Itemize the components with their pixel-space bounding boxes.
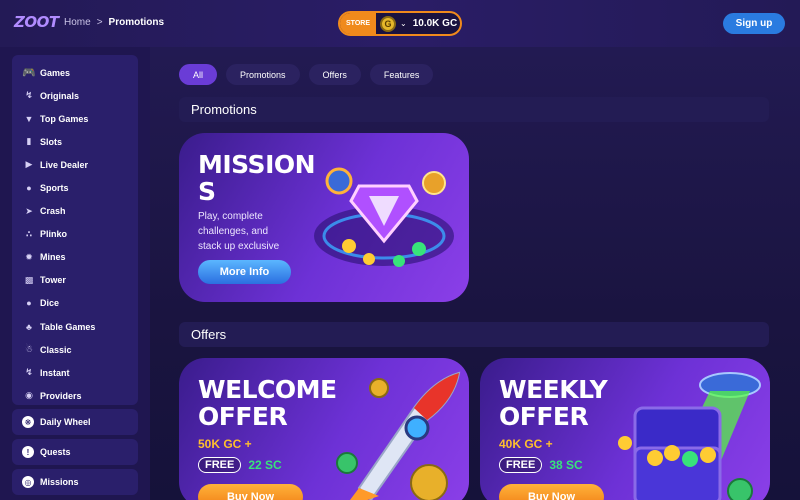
breadcrumb-current: Promotions xyxy=(108,17,165,28)
zoot-logo[interactable]: ZOOT xyxy=(14,13,59,31)
signup-button[interactable]: Sign up xyxy=(723,13,785,34)
welcome-gc-amount: 50K GC + xyxy=(198,437,252,451)
welcome-offer-card[interactable]: WELCOME OFFER 50K GC + FREE 22 SC Buy No… xyxy=(179,358,469,500)
trophy-icon: ▼ xyxy=(24,113,34,124)
tab-all[interactable]: All xyxy=(179,64,218,85)
sidebar-item-plinko[interactable]: ∴ Plinko xyxy=(12,223,138,246)
sidebar-item-live-dealer[interactable]: ▶ Live Dealer xyxy=(12,153,138,176)
gold-coin-icon: G xyxy=(380,15,396,32)
breadcrumb-home[interactable]: Home xyxy=(64,17,91,28)
promotions-section-header: Promotions xyxy=(179,97,769,122)
quests-button[interactable]: ! Quests xyxy=(12,439,138,465)
sidebar-item-slots[interactable]: ▮ Slots xyxy=(12,130,138,153)
tower-icon: ▩ xyxy=(24,274,34,285)
welcome-offer-title: WELCOME OFFER xyxy=(198,375,337,431)
store-tag[interactable]: STORE xyxy=(340,13,376,34)
missions-card[interactable]: MISSION S Play, complete challenges, and… xyxy=(179,133,469,302)
rocket-illustration xyxy=(336,371,461,500)
gamepad-icon: 🎮 xyxy=(22,67,36,80)
top-header: ZOOT Home > Promotions STORE G ⌄ 10.0K G… xyxy=(0,0,800,47)
game-nav: 🎮 Games ↯ Originals ▼ Top Games ▮ Slots ▶ Liv… xyxy=(12,55,138,405)
sidebar: 🎮 Games ↯ Originals ▼ Top Games ▮ Slots ▶ Liv… xyxy=(0,47,150,500)
sidebar-item-table-games[interactable]: ♣ Table Games xyxy=(12,315,138,338)
weekly-sc-amount: 38 SC xyxy=(549,458,583,472)
welcome-free-row: FREE 22 SC xyxy=(198,457,282,473)
missions-illustration xyxy=(314,167,454,267)
sidebar-item-dice[interactable]: ● Dice xyxy=(12,292,138,315)
target-icon: ◎ xyxy=(22,476,34,488)
sidebar-item-originals[interactable]: ↯ Originals xyxy=(12,84,138,107)
free-tag: FREE xyxy=(198,457,242,473)
welcome-sc-amount: 22 SC xyxy=(248,458,282,472)
providers-icon: ◉ xyxy=(25,390,33,401)
rocket-icon: ➤ xyxy=(25,205,33,216)
cards-icon: ♣ xyxy=(26,321,32,332)
offers-section-header: Offers xyxy=(179,322,769,347)
classic-icon: ☃ xyxy=(24,344,34,355)
weekly-offer-title: WEEKLY OFFER xyxy=(499,375,608,431)
slot-icon: ▮ xyxy=(26,136,32,147)
balance-value: 10.0K GC xyxy=(412,18,458,29)
sidebar-item-providers[interactable]: ◉ Providers xyxy=(12,384,138,407)
weekly-gc-amount: 40K GC + xyxy=(499,437,553,451)
tab-promotions[interactable]: Promotions xyxy=(226,64,300,85)
filter-tabs: All Promotions Offers Features xyxy=(179,64,434,85)
weekly-offer-card[interactable]: WEEKLY OFFER 40K GC + FREE 38 SC Buy Now xyxy=(480,358,770,500)
missions-description: Play, complete challenges, and stack up … xyxy=(198,211,280,252)
tab-offers[interactable]: Offers xyxy=(308,64,361,85)
treasure-chest-illustration xyxy=(618,372,761,500)
wheel-icon: ❋ xyxy=(22,416,34,428)
instant-icon: ↯ xyxy=(25,367,33,378)
bolt-icon: ↯ xyxy=(25,90,33,101)
sidebar-item-instant[interactable]: ↯ Instant xyxy=(12,361,138,384)
sidebar-item-tower[interactable]: ▩ Tower xyxy=(12,269,138,292)
main-content: All Promotions Offers Features Promotion… xyxy=(150,47,800,500)
dice-icon: ● xyxy=(26,298,32,309)
sidebar-item-sports[interactable]: ● Sports xyxy=(12,176,138,199)
tab-features[interactable]: Features xyxy=(369,64,434,85)
sidebar-item-crash[interactable]: ➤ Crash xyxy=(12,200,138,223)
free-tag: FREE xyxy=(499,457,543,473)
sidebar-item-mines[interactable]: ✹ Mines xyxy=(12,246,138,269)
weekly-free-row: FREE 38 SC xyxy=(499,457,583,473)
breadcrumb-separator: > xyxy=(96,17,103,28)
quest-icon: ! xyxy=(22,446,34,458)
ball-icon: ● xyxy=(26,183,32,194)
sidebar-item-games[interactable]: 🎮 Games xyxy=(12,61,138,84)
weekly-buy-now-button[interactable]: Buy Now xyxy=(499,484,604,500)
mine-icon: ✹ xyxy=(25,251,33,262)
live-icon: ▶ xyxy=(25,159,33,170)
more-info-button[interactable]: More Info xyxy=(198,260,291,284)
missions-title: MISSION S xyxy=(198,150,316,206)
welcome-buy-now-button[interactable]: Buy Now xyxy=(198,484,303,500)
sidebar-item-top-games[interactable]: ▼ Top Games xyxy=(12,107,138,130)
daily-wheel-button[interactable]: ❋ Daily Wheel xyxy=(12,409,138,435)
sidebar-item-classic[interactable]: ☃ Classic xyxy=(12,338,138,361)
chevron-down-icon[interactable]: ⌄ xyxy=(400,19,407,28)
missions-button[interactable]: ◎ Missions xyxy=(12,469,138,495)
breadcrumb: Home > Promotions xyxy=(64,17,164,28)
store-balance-pill[interactable]: STORE G ⌄ 10.0K GC xyxy=(338,11,462,36)
plinko-icon: ∴ xyxy=(25,228,33,239)
